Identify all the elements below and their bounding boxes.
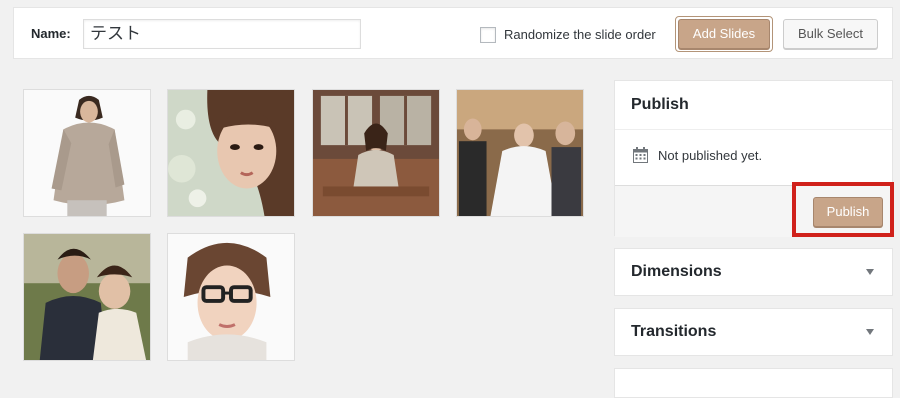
bulk-select-button[interactable]: Bulk Select xyxy=(783,19,878,49)
divider xyxy=(615,129,892,130)
publish-status-text: Not published yet. xyxy=(658,148,763,163)
transitions-panel[interactable]: Transitions xyxy=(614,308,893,356)
chevron-down-icon[interactable] xyxy=(866,329,874,335)
wedding-family-photo xyxy=(457,90,583,216)
slide-thumbnail[interactable] xyxy=(167,233,295,361)
randomize-label[interactable]: Randomize the slide order xyxy=(504,27,656,42)
publish-button[interactable]: Publish xyxy=(813,197,883,227)
calendar-icon xyxy=(633,147,648,163)
publish-title: Publish xyxy=(631,96,689,113)
randomize-checkbox[interactable] xyxy=(480,27,496,43)
slideshow-toolbar: Name: テスト Randomize the slide order Add … xyxy=(13,7,893,59)
name-label: Name: xyxy=(31,26,71,41)
name-input[interactable]: テスト xyxy=(83,19,361,49)
dimensions-panel[interactable]: Dimensions xyxy=(614,248,893,296)
slide-thumbnail[interactable] xyxy=(23,89,151,217)
woman-on-bench-photo xyxy=(313,90,439,216)
woman-with-glasses-photo xyxy=(168,234,294,360)
slide-thumbnail[interactable] xyxy=(312,89,440,217)
couple-photo xyxy=(24,234,150,360)
woman-in-sweater-photo xyxy=(24,90,150,216)
add-slides-button[interactable]: Add Slides xyxy=(678,19,770,49)
dimensions-title: Dimensions xyxy=(631,263,722,280)
collapsed-panel[interactable] xyxy=(614,368,893,398)
transitions-title: Transitions xyxy=(631,323,717,340)
chevron-down-icon[interactable] xyxy=(866,269,874,275)
slide-thumbnail[interactable] xyxy=(167,89,295,217)
slide-thumbnail[interactable] xyxy=(23,233,151,361)
slide-thumbnail[interactable] xyxy=(456,89,584,217)
woman-portrait-photo xyxy=(168,90,294,216)
